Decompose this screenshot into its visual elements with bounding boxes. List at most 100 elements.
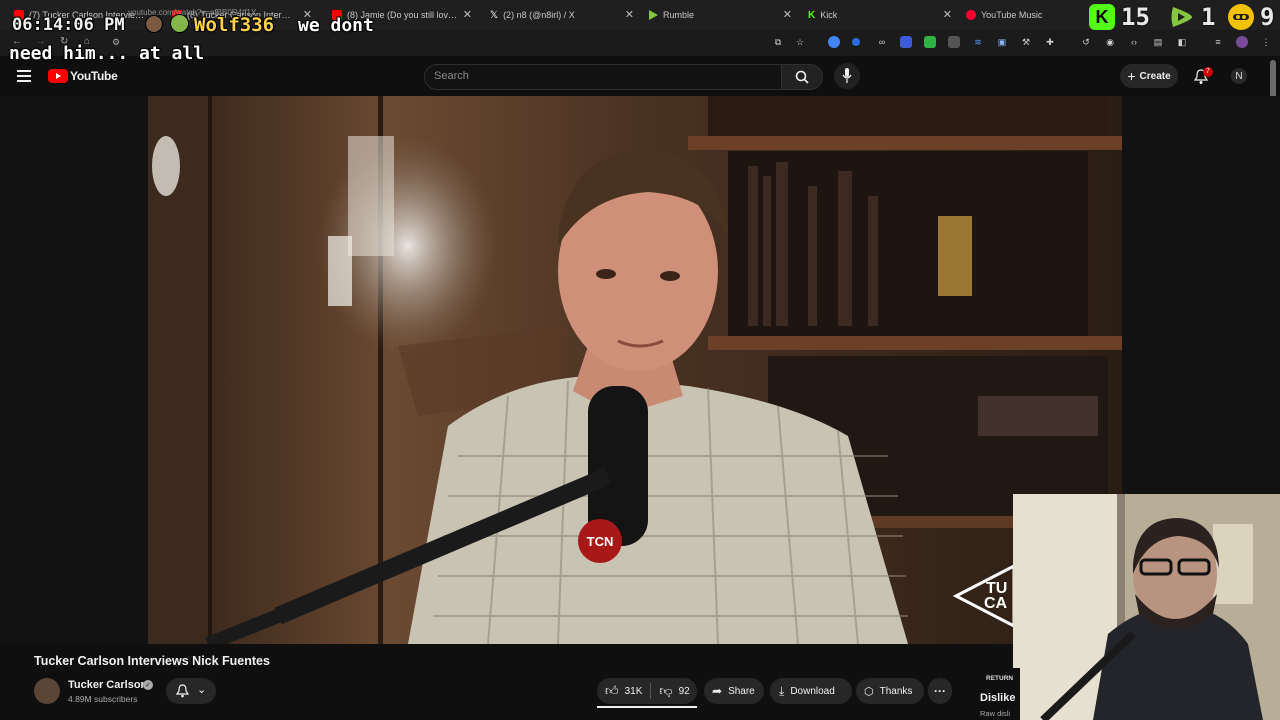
download-icon: ⤓: [779, 683, 785, 698]
chat-message-line-1: we dont: [298, 15, 374, 36]
close-tab-icon[interactable]: ✕: [943, 8, 952, 21]
close-tab-icon[interactable]: ✕: [625, 8, 634, 21]
close-tab-icon[interactable]: ✕: [463, 8, 472, 21]
extension-gamepad-icon[interactable]: ∞: [876, 36, 888, 48]
search-icon: [795, 70, 809, 84]
other-viewer-count: 9: [1260, 3, 1275, 31]
browser-menu-icon[interactable]: ⋮: [1260, 36, 1272, 48]
close-tab-icon[interactable]: ✕: [783, 8, 792, 21]
rumble-viewer-count: 1: [1201, 3, 1216, 31]
dislike-thumb-icon[interactable]: 👎︎: [659, 683, 672, 699]
like-divider: [650, 683, 652, 699]
extension-lock-icon[interactable]: ▣: [996, 36, 1008, 48]
rumble-favicon-icon: [649, 10, 658, 20]
extension-chrome-icon[interactable]: [828, 36, 840, 48]
reading-list-icon[interactable]: ▤: [1152, 36, 1164, 48]
streamer-webcam-overlay: [1013, 494, 1280, 720]
browser-tab-5[interactable]: Rumble ✕: [648, 4, 792, 26]
more-actions-button[interactable]: ···: [928, 678, 952, 704]
kick-viewer-count: 15: [1121, 3, 1150, 31]
avatar-letter: N: [1235, 70, 1243, 82]
chevron-down-icon: ⌄: [197, 684, 207, 696]
channel-name[interactable]: Tucker Carlson: [68, 679, 147, 691]
watermark-line-2: CA: [984, 595, 1008, 612]
extension-shield-icon[interactable]: [900, 36, 912, 48]
extension-camera-icon[interactable]: ◉: [1104, 36, 1116, 48]
player-left-backdrop: [0, 96, 148, 644]
chat-message-line-2: need him... at all: [9, 43, 205, 64]
extensions-puzzle-icon[interactable]: ✚: [1044, 36, 1056, 48]
return-dislike-title: Dislike: [980, 692, 1016, 704]
kick-favicon-icon: K: [808, 10, 816, 21]
like-thumb-icon[interactable]: 👍︎: [605, 683, 619, 699]
channel-avatar[interactable]: [34, 678, 60, 704]
microphone-icon: [842, 68, 852, 83]
subscriber-count: 4.89M subscribers: [68, 694, 138, 704]
notification-count-badge: 7: [1203, 67, 1213, 77]
return-dislike-subtitle: Raw disli: [980, 709, 1011, 718]
devtools-icon[interactable]: ‹›: [1128, 36, 1140, 48]
install-app-icon[interactable]: ⧉: [772, 36, 784, 48]
return-dislike-card[interactable]: RETURN Dislike Raw disli: [970, 668, 1020, 720]
history-icon[interactable]: ↺: [1080, 36, 1092, 48]
x-favicon-icon: 𝕏: [490, 10, 499, 21]
side-panel-icon[interactable]: ◧: [1176, 36, 1188, 48]
extension-green-icon[interactable]: [924, 36, 936, 48]
thanks-label: Thanks: [879, 685, 913, 697]
search-button[interactable]: [781, 64, 823, 90]
return-dislike-badge: RETURN: [986, 675, 1014, 682]
browser-tab-7[interactable]: YouTube Music: [966, 4, 1076, 26]
youtube-logo[interactable]: YouTube: [48, 69, 118, 83]
extension-wave-icon[interactable]: ≋: [972, 36, 984, 48]
tab-title: (2) n8 (@n8irl) / X: [503, 10, 575, 20]
share-button[interactable]: ➦ Share: [704, 678, 764, 704]
youtube-play-logo-icon: [48, 69, 68, 83]
search-box[interactable]: [424, 64, 782, 90]
share-arrow-icon: ➦: [712, 684, 723, 698]
thanks-button[interactable]: ⬡ Thanks: [856, 678, 924, 704]
kick-icon: K: [1089, 4, 1115, 30]
youtube-logo-text: YouTube: [70, 69, 118, 83]
extension-tools-icon[interactable]: ⚒: [1020, 36, 1032, 48]
video-frame-image: TCN TU CA: [148, 96, 1122, 644]
more-horizontal-icon: ···: [934, 684, 946, 698]
like-dislike-group: 👍︎ 31K 👎︎ 92: [597, 678, 697, 704]
tab-title: Rumble: [663, 10, 695, 20]
share-label: Share: [728, 685, 755, 697]
hamburger-menu-icon[interactable]: [17, 70, 31, 82]
subscribed-notifications-button[interactable]: ⌄: [166, 678, 216, 704]
tab-title: YouTube Music: [981, 10, 1043, 20]
browser-tab-4[interactable]: 𝕏 (2) n8 (@n8irl) / X ✕: [490, 4, 634, 26]
viewer-icon: [1228, 4, 1254, 30]
voice-search-button[interactable]: [834, 63, 860, 89]
create-label: Create: [1139, 70, 1171, 82]
chat-username: Wolf336: [194, 14, 275, 36]
dislike-count[interactable]: 92: [679, 686, 690, 697]
youtube-music-favicon-icon: [966, 10, 976, 20]
bell-icon: [176, 684, 189, 698]
tab-title: Kick: [820, 10, 838, 20]
rumble-icon: [1171, 7, 1192, 27]
video-title: Tucker Carlson Interviews Nick Fuentes: [34, 654, 270, 668]
search-input[interactable]: Search: [434, 70, 469, 82]
create-button[interactable]: + Create: [1120, 64, 1178, 88]
download-button[interactable]: ⤓ Download: [770, 678, 852, 704]
mic-logo-text: TCN: [587, 534, 614, 549]
extension-grid-icon[interactable]: [948, 36, 960, 48]
downloads-icon[interactable]: ≡: [1212, 36, 1224, 48]
like-active-indicator: [597, 706, 697, 708]
like-count[interactable]: 31K: [625, 686, 643, 697]
download-label: Download: [790, 685, 835, 697]
bookmark-star-icon[interactable]: ☆: [794, 36, 806, 48]
profile-icon[interactable]: [1236, 36, 1248, 48]
extension-blue-dot-icon[interactable]: [852, 38, 860, 46]
stream-clock: 06:14:06 PM: [12, 15, 125, 35]
chat-avatar-icon: [145, 15, 163, 33]
account-avatar[interactable]: N: [1231, 68, 1247, 84]
chat-badge-icon: [170, 14, 189, 33]
verified-check-icon: ✓: [143, 680, 153, 690]
browser-tab-6[interactable]: K Kick ✕: [808, 4, 952, 26]
video-player[interactable]: TCN TU CA: [148, 96, 1122, 644]
plus-icon: +: [1127, 68, 1136, 84]
thanks-heart-icon: ⬡: [864, 685, 874, 698]
